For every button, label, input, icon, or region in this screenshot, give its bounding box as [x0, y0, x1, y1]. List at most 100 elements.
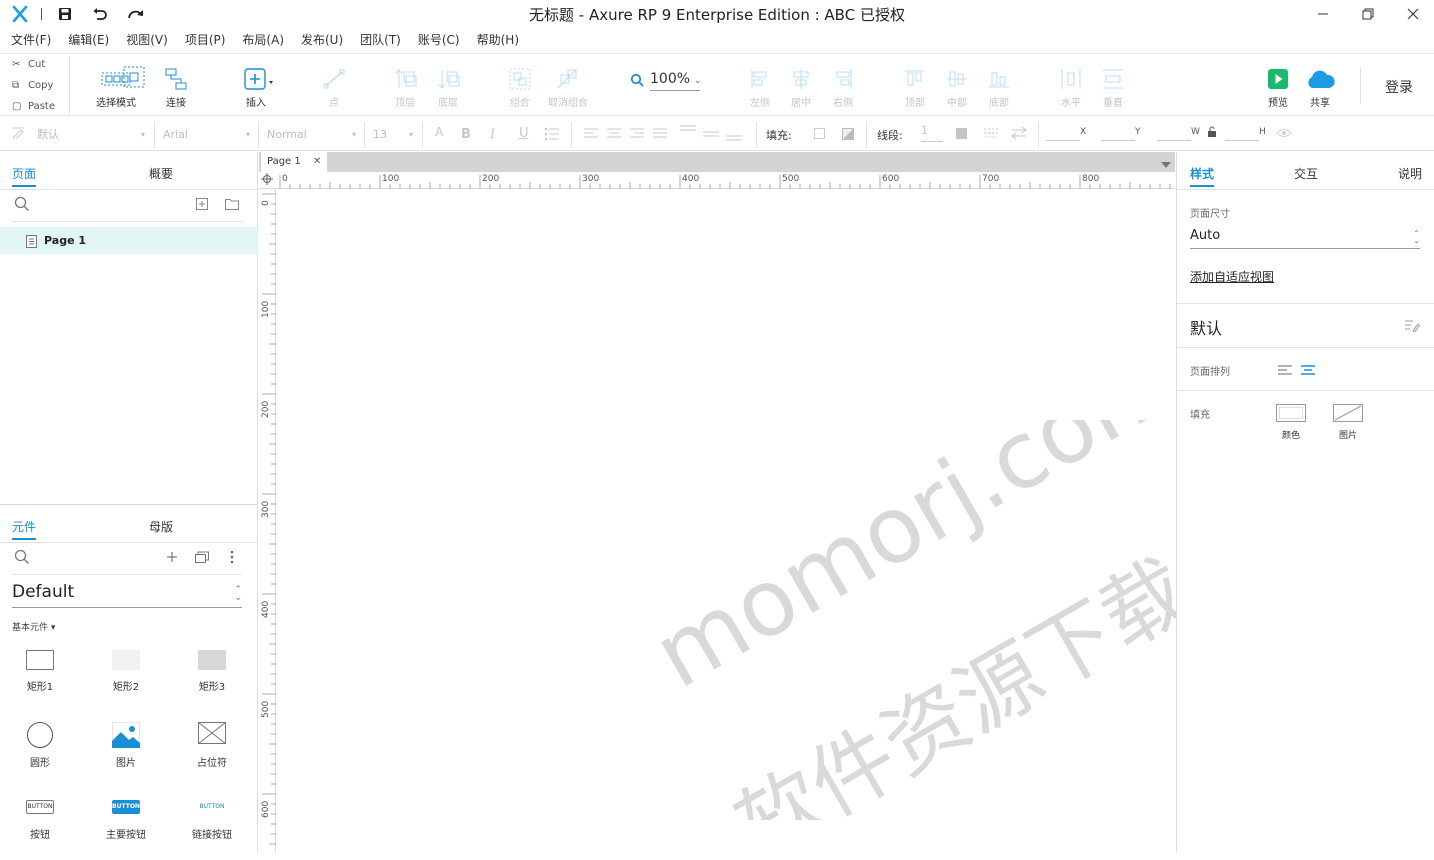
fill-image-button[interactable]: 图片 [1332, 404, 1364, 444]
search-icon[interactable] [14, 549, 30, 568]
lock-icon[interactable] [1207, 126, 1217, 141]
add-library-icon[interactable] [166, 551, 178, 566]
close-window-button[interactable] [1390, 0, 1434, 28]
widget-rectangle-1[interactable]: 矩形1 [10, 650, 70, 710]
menu-arrange[interactable]: 布局(A) [242, 29, 284, 51]
tab-notes[interactable]: 说明 [1398, 165, 1422, 182]
width-input[interactable] [1157, 125, 1191, 141]
section-basic-widgets[interactable]: 基本元件 ▾ [12, 620, 55, 633]
bold-icon[interactable]: B [461, 127, 471, 142]
italic-icon[interactable]: I [490, 127, 495, 142]
ungroup-button[interactable]: 取消组合 [545, 54, 591, 117]
share-button[interactable]: 共享 [1302, 54, 1338, 117]
widget-placeholder[interactable]: 占位符 [182, 722, 242, 782]
menu-team[interactable]: 团队(T) [360, 29, 401, 51]
tab-masters[interactable]: 母版 [149, 518, 173, 535]
cut-button[interactable]: ✂ Cut [0, 54, 68, 75]
close-tab-icon[interactable]: ✕ [313, 152, 321, 172]
widget-image[interactable]: 图片 [96, 722, 156, 782]
send-to-back-button[interactable]: 底层 [433, 54, 463, 117]
preview-button[interactable]: 预览 [1264, 54, 1292, 117]
tab-dropdown-icon[interactable] [1161, 158, 1171, 172]
library-select[interactable]: Default ⌃ ⌄ [12, 582, 242, 608]
widget-button[interactable]: BUTTON 按钮 [10, 800, 70, 860]
tab-pages[interactable]: 页面 [12, 165, 37, 187]
restore-button[interactable] [1345, 0, 1391, 28]
page-row-page-1[interactable]: Page 1 [0, 227, 258, 254]
more-options-icon[interactable] [230, 550, 234, 567]
fill-color-button[interactable]: 颜色 [1275, 404, 1307, 444]
add-adaptive-view-link[interactable]: 添加自适应视图 [1190, 268, 1274, 285]
distribute-vertical-button[interactable]: 垂直 [1099, 54, 1127, 117]
group-button[interactable]: 组合 [505, 54, 535, 117]
bullet-list-icon[interactable] [544, 127, 560, 144]
widget-circle[interactable]: 圆形 [10, 722, 70, 782]
text-align-left-icon[interactable] [584, 128, 598, 143]
widget-rectangle-2[interactable]: 矩形2 [96, 650, 156, 710]
canvas-area[interactable]: Page 1 ✕ 0 100 200 300 400 500 600 700 800 0 100 2… [259, 152, 1205, 852]
align-left-button[interactable]: 左侧 [746, 54, 774, 117]
menu-edit[interactable]: 编辑(E) [68, 29, 109, 51]
font-weight-select[interactable]: Normal ▾ [267, 124, 356, 144]
menu-account[interactable]: 账号(C) [418, 29, 460, 51]
menu-publish[interactable]: 发布(U) [301, 29, 343, 51]
menu-view[interactable]: 视图(V) [126, 29, 168, 51]
widget-rectangle-3[interactable]: 矩形3 [182, 650, 242, 710]
font-size-select[interactable]: 13 ▾ [373, 124, 413, 144]
bring-to-front-button[interactable]: 顶层 [390, 54, 420, 117]
text-justify-icon[interactable] [653, 128, 667, 143]
valign-top-icon[interactable] [680, 125, 696, 144]
line-color-swatch[interactable] [956, 128, 967, 139]
search-icon[interactable] [14, 196, 30, 215]
crosshair-icon[interactable] [261, 173, 273, 188]
add-folder-icon[interactable] [225, 198, 239, 213]
y-input[interactable] [1101, 125, 1135, 141]
style-select[interactable]: 默认 ▾ [37, 124, 145, 144]
menu-help[interactable]: 帮助(H) [477, 29, 519, 51]
insert-button[interactable]: 插入 [236, 54, 276, 117]
page-align-left-icon[interactable] [1278, 365, 1292, 379]
arrow-style-icon[interactable] [1011, 126, 1027, 143]
doc-tab-page-1[interactable]: Page 1 ✕ [261, 152, 327, 172]
visibility-icon[interactable] [1276, 128, 1292, 141]
font-select[interactable]: Arial ▾ [163, 124, 250, 144]
paste-button[interactable]: ▢ Paste [0, 96, 68, 117]
tab-interactions[interactable]: 交互 [1294, 165, 1318, 182]
fill-color-swatch[interactable] [814, 128, 825, 139]
edit-style-icon[interactable] [1405, 319, 1421, 335]
text-align-right-icon[interactable] [630, 128, 644, 143]
font-color-icon[interactable]: A [435, 125, 443, 139]
connect-button[interactable]: 连接 [158, 54, 194, 117]
tab-style[interactable]: 样式 [1190, 165, 1215, 187]
minimize-button[interactable] [1300, 0, 1346, 28]
align-middle-button[interactable]: 中部 [943, 54, 971, 117]
zoom-field[interactable]: 100% ⌄ [650, 71, 702, 91]
align-top-button[interactable]: 顶部 [901, 54, 929, 117]
valign-middle-icon[interactable] [703, 125, 719, 144]
login-button[interactable]: 登录 [1385, 77, 1413, 97]
align-bottom-button[interactable]: 底部 [985, 54, 1013, 117]
page-align-center-icon[interactable] [1301, 365, 1315, 379]
tab-widgets[interactable]: 元件 [12, 518, 37, 540]
menu-file[interactable]: 文件(F) [11, 29, 51, 51]
text-align-center-icon[interactable] [607, 128, 621, 143]
valign-bottom-icon[interactable] [726, 125, 742, 144]
library-manager-icon[interactable] [195, 551, 209, 566]
align-center-button[interactable]: 居中 [787, 54, 815, 117]
add-page-icon[interactable] [196, 198, 208, 213]
underline-icon[interactable]: U [519, 126, 529, 141]
line-style-icon[interactable] [984, 127, 998, 142]
copy-button[interactable]: ⧉ Copy [0, 75, 68, 96]
height-input[interactable] [1225, 125, 1259, 141]
widget-link-button[interactable]: BUTTON 链接按钮 [182, 800, 242, 860]
line-width-input[interactable]: 1 [921, 124, 943, 142]
x-input[interactable] [1046, 125, 1080, 141]
select-contained-icon[interactable] [123, 66, 145, 91]
widget-primary-button[interactable]: BUTTON 主要按钮 [96, 800, 156, 860]
shadow-icon[interactable] [842, 128, 854, 140]
page-size-select[interactable]: Auto ⌃ ⌄ [1190, 228, 1420, 249]
align-right-button[interactable]: 右侧 [829, 54, 857, 117]
tab-outline[interactable]: 概要 [149, 165, 173, 182]
point-button[interactable]: 点 [319, 54, 349, 117]
distribute-horizontal-button[interactable]: 水平 [1057, 54, 1085, 117]
